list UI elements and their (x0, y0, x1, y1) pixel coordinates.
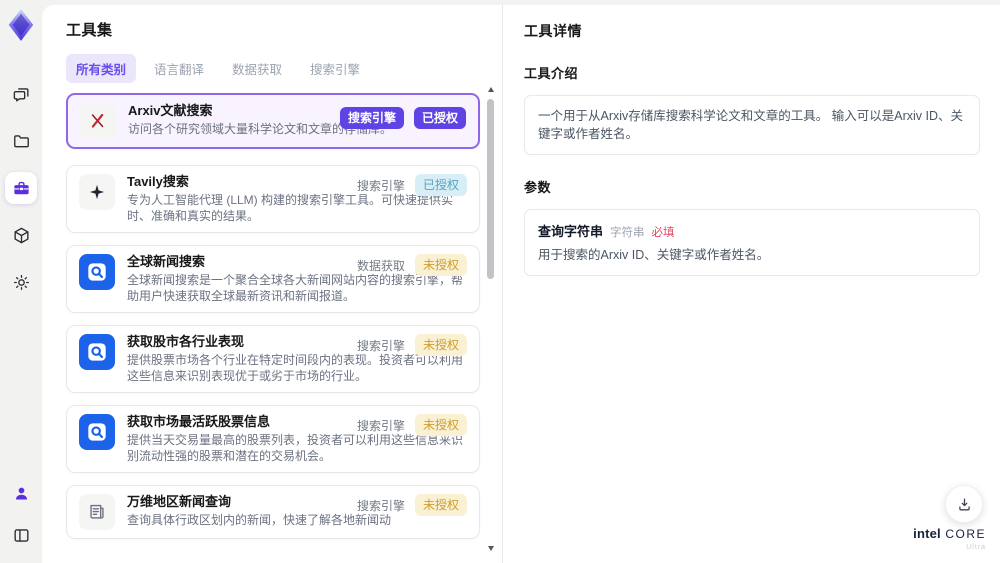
sidebar (0, 0, 42, 563)
params-heading: 参数 (524, 180, 552, 195)
app-logo-icon (6, 8, 36, 42)
list-scrollbar[interactable] (486, 87, 495, 551)
account-icon[interactable] (5, 477, 37, 509)
tool-card-arxiv[interactable]: Arxiv文献搜索 访问各个研究领域大量科学论文和文章的存储库。 搜索引擎 已授… (66, 93, 480, 149)
details-title: 工具详情 (524, 23, 582, 39)
intro-text: 一个用于从Arxiv存储库搜索科学论文和文章的工具。 输入可以是Arxiv ID… (538, 109, 964, 141)
category-label: 搜索引擎 (356, 498, 405, 513)
param-description: 用于搜索的Arxiv ID、关键字或作者姓名。 (538, 248, 770, 262)
toolset-panel: 工具集 所有类别 语言翻译 数据获取 搜索引擎 Arxiv文献搜索 访问各个研究… (42, 5, 503, 563)
tab-all-categories[interactable]: 所有类别 (66, 54, 137, 83)
intro-heading: 工具介绍 (524, 66, 579, 81)
auth-status-badge: 未授权 (414, 414, 467, 436)
param-type: 字符串 (610, 227, 645, 239)
content-area: 工具集 所有类别 语言翻译 数据获取 搜索引擎 Arxiv文献搜索 访问各个研究… (42, 5, 1000, 563)
tool-card-global-news[interactable]: 全球新闻搜索 全球新闻搜索是一个聚合全球各大新闻网站内容的搜索引擎，帮助用户快速… (66, 245, 480, 313)
sidebar-nav (5, 78, 37, 298)
newspaper-icon (79, 494, 115, 530)
tool-details-panel: 工具详情 工具介绍 一个用于从Arxiv存储库搜索科学论文和文章的工具。 输入可… (504, 5, 1000, 563)
tool-description: 专为人工智能代理 (LLM) 构建的搜索引擎工具。可快速提供实时、准确和真实的结… (127, 193, 454, 223)
auth-status-badge: 未授权 (414, 254, 467, 276)
tool-card-tavily[interactable]: Tavily搜索 专为人工智能代理 (LLM) 构建的搜索引擎工具。可快速提供实… (66, 165, 480, 233)
scrollbar-up-arrow[interactable] (488, 87, 494, 92)
tab-language-translation[interactable]: 语言翻译 (144, 54, 214, 83)
auth-status-badge: 未授权 (414, 334, 467, 356)
tool-description: 全球新闻搜索是一个聚合全球各大新闻网站内容的搜索引擎，帮助用户快速获取全球最新资… (127, 273, 464, 303)
panel-toggle-icon[interactable] (5, 519, 37, 551)
intel-core-logo: intel core Ultra (913, 526, 986, 551)
download-button[interactable] (945, 485, 983, 523)
category-label: 搜索引擎 (356, 418, 405, 433)
category-label: 数据获取 (356, 258, 405, 273)
settings-gear-icon[interactable] (5, 266, 37, 298)
tool-list: Arxiv文献搜索 访问各个研究领域大量科学论文和文章的存储库。 搜索引擎 已授… (66, 93, 480, 539)
intro-box: 一个用于从Arxiv存储库搜索科学论文和文章的工具。 输入可以是Arxiv ID… (524, 95, 980, 155)
chat-icon[interactable] (5, 78, 37, 110)
page-title: 工具集 (66, 22, 113, 39)
sidebar-bottom (5, 477, 37, 551)
auth-status-badge: 已授权 (414, 174, 467, 196)
arxiv-logo-icon (80, 103, 116, 139)
category-tabs: 所有类别 语言翻译 数据获取 搜索引擎 (66, 54, 480, 83)
scrollbar-thumb[interactable] (487, 99, 494, 279)
tab-data-acquisition[interactable]: 数据获取 (222, 54, 292, 83)
category-label: 搜索引擎 (356, 338, 405, 353)
search-tool-icon (79, 414, 115, 450)
tool-card-sector-performance[interactable]: 获取股市各行业表现 提供股票市场各个行业在特定时间段内的表现。投资者可以利用这些… (66, 325, 480, 393)
tab-search-engine[interactable]: 搜索引擎 (300, 54, 370, 83)
category-label: 搜索引擎 (356, 178, 405, 193)
param-box: 查询字符串 字符串 必填 用于搜索的Arxiv ID、关键字或作者姓名。 (524, 209, 980, 276)
tool-description: 提供股票市场各个行业在特定时间段内的表现。投资者可以利用这些信息来识别表现优于或… (127, 353, 464, 383)
package-icon[interactable] (5, 219, 37, 251)
auth-status-badge: 已授权 (413, 107, 466, 129)
param-name: 查询字符串 (538, 224, 604, 239)
tool-card-active-stocks[interactable]: 获取市场最活跃股票信息 提供当天交易量最高的股票列表，投资者可以利用这些信息来识… (66, 405, 480, 473)
tavily-star-icon (79, 174, 115, 210)
search-tool-icon (79, 334, 115, 370)
category-badge: 搜索引擎 (339, 107, 404, 129)
tool-card-regional-news[interactable]: 万维地区新闻查询 查询具体行政区划内的新闻，快速了解各地新闻动 搜索引擎 未授权 (66, 485, 480, 539)
search-tool-icon (79, 254, 115, 290)
toolbox-icon[interactable] (5, 172, 37, 204)
folder-icon[interactable] (5, 125, 37, 157)
scrollbar-down-arrow[interactable] (488, 546, 494, 551)
param-required-badge: 必填 (651, 227, 675, 239)
auth-status-badge: 未授权 (414, 494, 467, 516)
tool-description: 提供当天交易量最高的股票列表，投资者可以利用这些信息来识别流动性强的股票和潜在的… (127, 433, 464, 463)
